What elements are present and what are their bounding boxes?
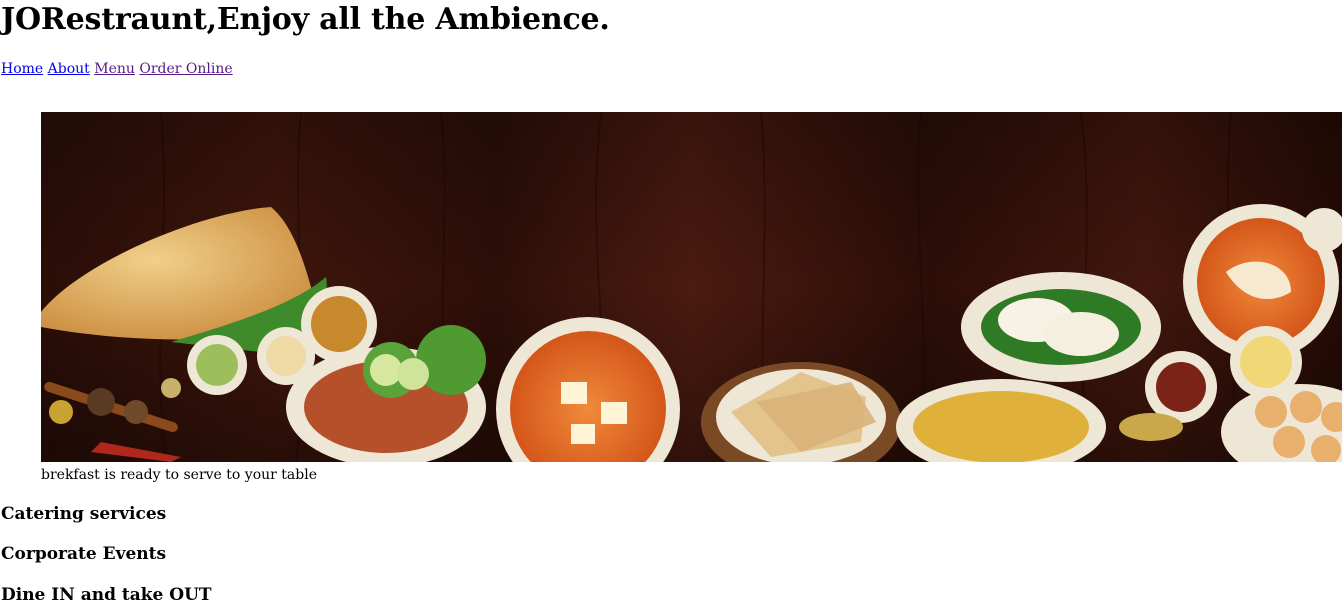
main-nav: Home About Menu Order Online [1,60,233,78]
nav-link-home[interactable]: Home [1,61,43,77]
nav-link-menu[interactable]: Menu [94,61,135,77]
site-title: JORestraunt,Enjoy all the Ambience. [1,2,610,37]
hero-caption: brekfast is ready to serve to your table [41,467,317,483]
service-dine-in-take-out: Dine IN and take OUT [1,585,212,605]
page: JORestraunt,Enjoy all the Ambience. Home… [0,0,1342,608]
nav-link-order-online[interactable]: Order Online [139,61,232,77]
hero-figure: brekfast is ready to serve to your table [41,112,1342,484]
hero-food-image [41,112,1342,462]
service-corporate-events: Corporate Events [1,544,167,564]
nav-link-about[interactable]: About [48,61,90,77]
service-catering: Catering services [1,504,167,524]
